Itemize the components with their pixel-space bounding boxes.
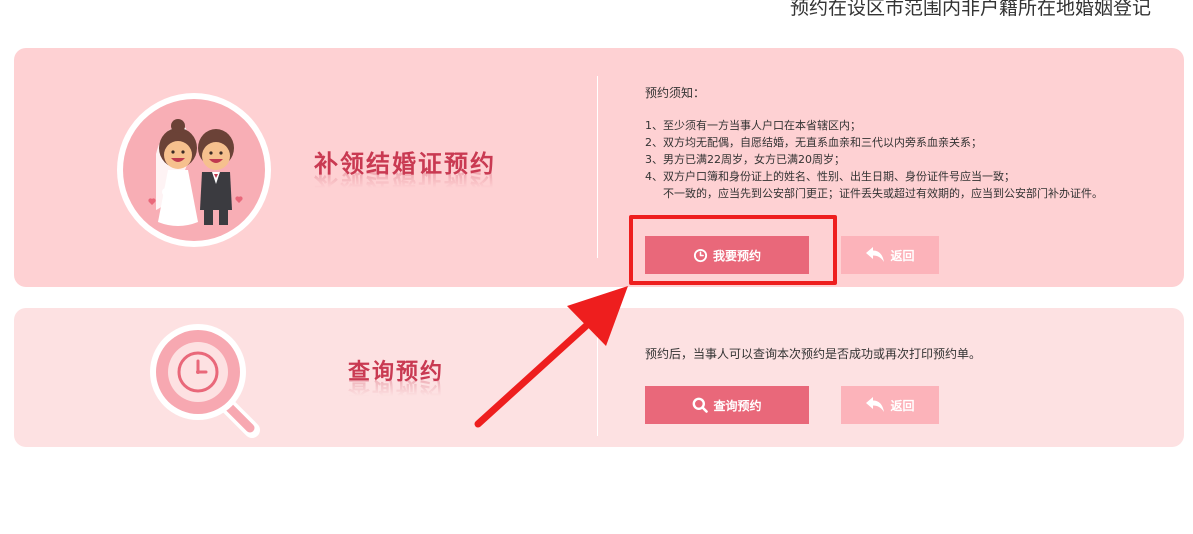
page: 预约在设区市范围内非户籍所在地婚姻登记 补领结婚证预约 补领结婚证预约 预约须知… [0, 0, 1193, 534]
annotation-arrow-icon [474, 286, 628, 428]
